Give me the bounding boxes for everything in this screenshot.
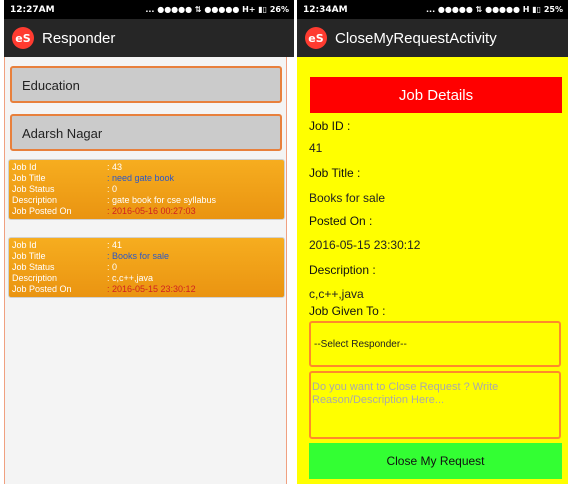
job-id-value: 41	[309, 141, 323, 155]
posted-on-value: : 2016-05-16 00:27:03	[107, 206, 196, 216]
app-logo-icon: eS	[305, 27, 327, 49]
job-status-label: Job Status	[12, 184, 55, 194]
status-time: 12:27AM	[10, 4, 55, 15]
job-id-label: Job Id	[12, 162, 37, 172]
job-title-label: Job Title	[12, 251, 46, 261]
posted-on-value: : 2016-05-15 23:30:12	[107, 284, 196, 294]
job-id-value: : 41	[107, 240, 123, 250]
posted-on-label: Job Posted On	[12, 284, 72, 294]
job-title-label: Job Title	[12, 173, 46, 183]
responder-list-body: Education Adarsh Nagar Job Id : 43 Job Ti…	[4, 57, 287, 484]
job-status-label: Job Status	[12, 262, 55, 272]
status-indicators: ... ●●●●● ⇅ ●●●●● H ▮▯ 25%	[426, 5, 563, 14]
status-bar: 12:27AM ... ●●●●● ⇅ ●●●●● H+ ▮▯ 26%	[4, 0, 294, 19]
location-spinner[interactable]: Adarsh Nagar	[10, 114, 282, 151]
category-spinner[interactable]: Education	[10, 66, 282, 103]
job-title-value: : Books for sale	[107, 251, 170, 261]
posted-on-value: 2016-05-15 23:30:12	[309, 238, 421, 252]
description-value: c,c++,java	[309, 287, 364, 301]
app-title: Responder	[42, 29, 116, 47]
description-label: Description :	[309, 263, 376, 277]
job-card[interactable]: Job Id : 43 Job Title : need gate book Job…	[8, 159, 285, 220]
status-time: 12:34AM	[303, 4, 348, 15]
job-title-value: : need gate book	[107, 173, 175, 183]
status-indicators: ... ●●●●● ⇅ ●●●●● H+ ▮▯ 26%	[145, 5, 289, 14]
responder-select[interactable]: --Select Responder--	[309, 321, 561, 367]
job-details-header: Job Details	[310, 77, 562, 113]
status-bar: 12:34AM ... ●●●●● ⇅ ●●●●● H ▮▯ 25%	[297, 0, 568, 19]
description-value: : gate book for cse syllabus	[107, 195, 217, 205]
action-bar: eS CloseMyRequestActivity	[297, 19, 568, 57]
job-id-value: : 43	[107, 162, 123, 172]
left-screen: 12:27AM ... ●●●●● ⇅ ●●●●● H+ ▮▯ 26% eS R…	[4, 0, 294, 484]
app-logo-icon: eS	[12, 27, 34, 49]
job-given-to-label: Job Given To :	[309, 304, 386, 318]
job-details-body: Job Details Job ID : 41 Job Title : Book…	[297, 57, 568, 484]
job-id-label: Job ID :	[309, 119, 351, 133]
job-title-label: Job Title :	[309, 166, 361, 180]
job-title-value: Books for sale	[309, 191, 386, 205]
job-card[interactable]: Job Id : 41 Job Title : Books for sale Job…	[8, 237, 285, 298]
action-bar: eS Responder	[4, 19, 294, 57]
posted-on-label: Posted On :	[309, 214, 373, 228]
job-status-value: : 0	[107, 262, 118, 272]
app-title: CloseMyRequestActivity	[335, 29, 497, 47]
right-screen: 12:34AM ... ●●●●● ⇅ ●●●●● H ▮▯ 25% eS Cl…	[297, 0, 568, 484]
job-status-value: : 0	[107, 184, 118, 194]
description-label: Description	[12, 195, 58, 205]
close-request-button[interactable]: Close My Request	[309, 443, 562, 479]
reason-input[interactable]: Do you want to Close Request ? Write Rea…	[309, 371, 561, 439]
description-label: Description	[12, 273, 58, 283]
posted-on-label: Job Posted On	[12, 206, 72, 216]
description-value: : c,c++,java	[107, 273, 154, 283]
job-id-label: Job Id	[12, 240, 37, 250]
